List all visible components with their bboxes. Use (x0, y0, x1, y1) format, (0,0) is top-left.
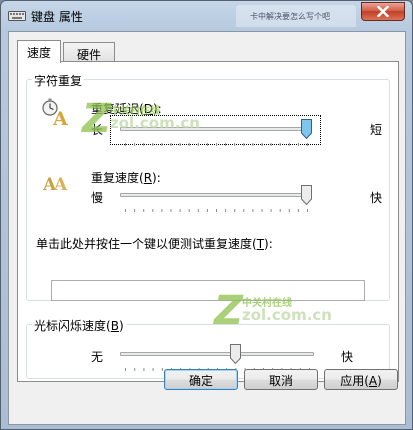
apply-button[interactable]: 应用(A) (324, 369, 398, 390)
dialog-client-area: 速度 硬件 字符重复 A 重复延迟(D): 长 短 A A 重复速度(R): 慢… (8, 31, 406, 425)
slider-tick (134, 368, 136, 371)
slider-tick (179, 209, 181, 212)
slider-thumb[interactable] (229, 344, 241, 364)
slider-tick (134, 209, 136, 212)
slider-tick (243, 143, 245, 146)
repeat-test-label: 单击此处并按住一个键以便测试重复速度(T): (36, 237, 273, 251)
slider-tick (243, 209, 245, 212)
repeat-rate-slider[interactable] (120, 185, 312, 213)
slider-thumb[interactable] (301, 119, 312, 139)
slider-tick (216, 209, 217, 212)
repeat-rate-max-label: 快 (370, 191, 383, 205)
slider-tick (225, 143, 227, 146)
slider-tick (307, 209, 308, 212)
repeat-rate-track (120, 193, 312, 197)
title-bar[interactable]: 键盘 属性 卡中解决要怎么写个吧 (1, 1, 412, 31)
svg-text:A: A (53, 175, 68, 194)
watermark-top: Z 中关村在线 zol.com.cn (82, 96, 200, 142)
tab-hardware[interactable]: 硬件 (63, 42, 115, 62)
slider-tick (270, 209, 272, 212)
keyboard-icon (8, 11, 26, 21)
slider-tick (234, 209, 236, 212)
slider-tick (125, 209, 126, 212)
cursor-blink-track (120, 352, 314, 356)
ok-button[interactable]: 确定 (164, 369, 238, 390)
slider-tick (152, 209, 154, 212)
slider-tick (170, 209, 172, 212)
cursor-blink-title: 光标闪烁速度(B) (32, 317, 126, 334)
repeat-rate-min-label: 慢 (91, 191, 104, 205)
repeat-rate-label: 重复速度(R): (91, 171, 161, 185)
slider-tick (261, 209, 263, 212)
background-tab-label: 卡中解决要怎么写个吧 (250, 12, 330, 21)
background-tab: 卡中解决要怎么写个吧 (236, 5, 356, 27)
slider-tick (125, 368, 126, 371)
tab-speed[interactable]: 速度 (17, 40, 61, 63)
slider-tick (206, 209, 208, 212)
slider-tick (297, 209, 299, 212)
repeat-delay-icon: A (42, 98, 68, 128)
repeat-delay-max-label: 短 (370, 123, 383, 137)
cursor-blink-max-label: 快 (341, 350, 354, 364)
repeat-rate-icon: A A (43, 175, 68, 194)
slider-tick (225, 209, 227, 212)
slider-tick (188, 209, 190, 212)
slider-tick (288, 209, 290, 212)
slider-tick (279, 209, 281, 212)
keyboard-properties-window: 键盘 属性 卡中解决要怎么写个吧 速度 硬件 字符重复 A 重复延迟(D): 长… (0, 0, 413, 430)
tab-hardware-label: 硬件 (76, 48, 101, 62)
slider-thumb[interactable] (301, 185, 312, 205)
cursor-blink-min-label: 无 (91, 350, 104, 364)
slider-tick (297, 143, 299, 146)
slider-tick (152, 368, 154, 371)
repeat-rate-ticks (125, 209, 308, 212)
slider-tick (161, 368, 163, 371)
slider-tick (261, 143, 263, 146)
slider-tick (270, 143, 272, 146)
slider-tick (252, 143, 254, 146)
character-repeat-title: 字符重复 (32, 72, 85, 89)
slider-tick (161, 209, 163, 212)
window-title: 键盘 属性 (31, 10, 83, 24)
tab-speed-label: 速度 (26, 46, 51, 60)
slider-tick (143, 209, 145, 212)
cancel-button[interactable]: 取消 (244, 369, 318, 390)
close-icon (377, 6, 389, 17)
svg-text:A: A (52, 108, 68, 128)
slider-tick (143, 368, 145, 371)
slider-tick (307, 143, 308, 146)
close-button[interactable] (361, 2, 405, 21)
slider-tick (288, 143, 290, 146)
slider-tick (197, 209, 199, 212)
slider-tick (234, 143, 236, 146)
slider-tick (252, 209, 254, 212)
watermark-bottom: Z 中关村在线 zol.com.cn (214, 288, 332, 334)
slider-tick (279, 143, 281, 146)
